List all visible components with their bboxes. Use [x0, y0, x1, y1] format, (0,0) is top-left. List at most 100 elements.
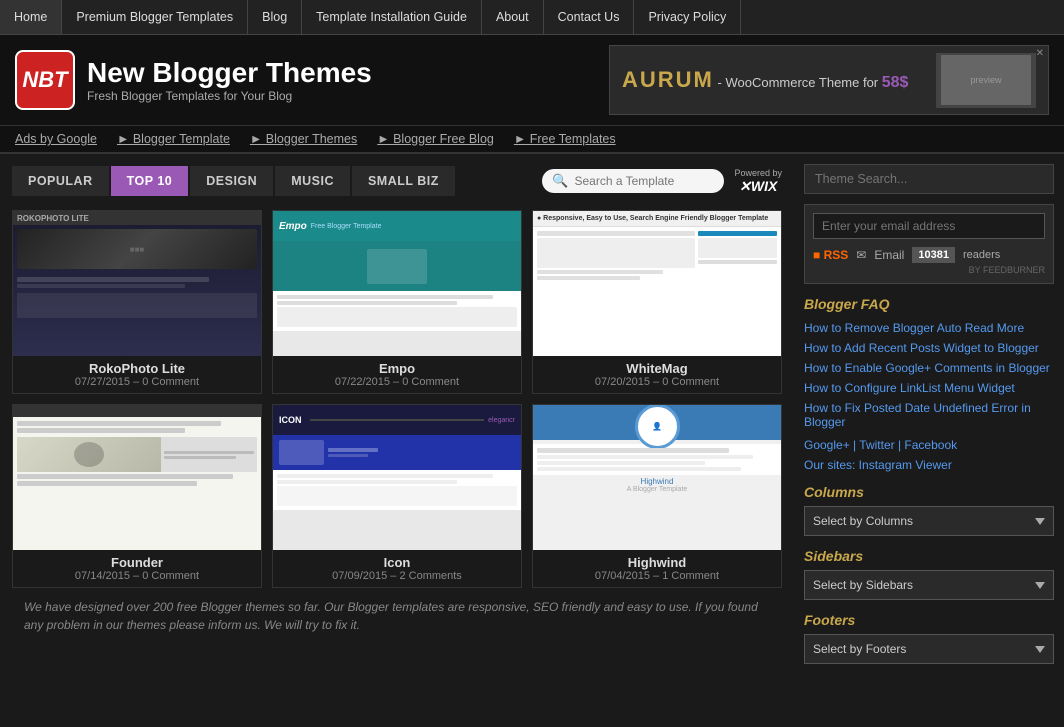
faq-link-1[interactable]: How to Add Recent Posts Widget to Blogge… [804, 338, 1054, 358]
template-card-founder[interactable]: Founder07/14/2015 – 0 Comment [12, 404, 262, 588]
advertisement-banner[interactable]: ✕ AURUM - WooCommerce Theme for 58$ prev… [609, 45, 1049, 115]
email-input[interactable] [813, 213, 1045, 239]
template-thumbnail-highwind: 👤 Highwind A Blogger Template [533, 405, 781, 550]
template-date-highwind: 07/04/2015 – 1 Comment [541, 570, 773, 582]
email-label[interactable]: Email [874, 248, 904, 262]
content-area: POPULARTOP 10DESIGNMUSICSMALL BIZ 🔍 Powe… [0, 154, 794, 674]
logo-area: NBT New Blogger Themes Fresh Blogger Tem… [15, 50, 372, 110]
ad-brand: AURUM [622, 67, 714, 92]
sec-nav-item-blogger-themes[interactable]: ► Blogger Themes [250, 132, 357, 146]
template-date-whitemag: 07/20/2015 – 0 Comment [541, 376, 773, 388]
faq-link-0[interactable]: How to Remove Blogger Auto Read More [804, 318, 1054, 338]
secondary-navigation: Ads by Google ► Blogger Template ► Blogger… [0, 125, 1064, 154]
facebook-link[interactable]: Facebook [904, 438, 957, 452]
sec-nav-item-ads-google[interactable]: Ads by Google [15, 132, 97, 146]
faq-title: Blogger FAQ [804, 296, 1054, 312]
nav-item-privacy[interactable]: Privacy Policy [634, 0, 741, 34]
site-title: New Blogger Themes [87, 57, 372, 89]
site-title-area: New Blogger Themes Fresh Blogger Templat… [87, 57, 372, 103]
template-date-founder: 07/14/2015 – 0 Comment [21, 570, 253, 582]
template-date-empo: 07/22/2015 – 0 Comment [281, 376, 513, 388]
our-sites: Our sites: Instagram Viewer [804, 458, 1054, 472]
sidebars-title: Sidebars [804, 548, 1054, 564]
feedburner-label: BY FEEDBURNER [813, 265, 1045, 275]
template-card-whitemag[interactable]: ● Responsive, Easy to Use, Search Engine… [532, 210, 782, 394]
tab-music[interactable]: MUSIC [275, 166, 350, 196]
nav-item-contact[interactable]: Contact Us [544, 0, 635, 34]
template-info-empo: Empo07/22/2015 – 0 Comment [273, 356, 521, 393]
our-sites-text[interactable]: Our sites: Instagram Viewer [804, 458, 952, 472]
columns-title: Columns [804, 484, 1054, 500]
tabs-bar: POPULARTOP 10DESIGNMUSICSMALL BIZ 🔍 Powe… [12, 166, 782, 196]
reader-count: 10381 [912, 247, 955, 263]
faq-links: How to Remove Blogger Auto Read MoreHow … [804, 318, 1054, 432]
tab-top10[interactable]: TOP 10 [111, 166, 189, 196]
site-header: NBT New Blogger Themes Fresh Blogger Tem… [0, 35, 1064, 125]
template-search-input[interactable] [574, 174, 714, 188]
sidebar: ■ RSS ✉ Email 10381 readers BY FEEDBURNE… [794, 154, 1064, 674]
template-thumbnail-founder [13, 405, 261, 550]
template-name-highwind: Highwind [541, 555, 773, 570]
nav-item-guide[interactable]: Template Installation Guide [302, 0, 482, 34]
template-grid: ROKOPHOTO LITE ■■■ RokoPhoto Lite07/27/2… [12, 210, 782, 588]
rss-row: ■ RSS ✉ Email 10381 readers [813, 247, 1045, 263]
readers-label: readers [963, 249, 1000, 261]
nav-item-premium[interactable]: Premium Blogger Templates [62, 0, 248, 34]
template-name-whitemag: WhiteMag [541, 361, 773, 376]
template-thumbnail-icon: ICON elegancr [273, 405, 521, 550]
tab-design[interactable]: DESIGN [190, 166, 273, 196]
nav-item-home[interactable]: Home [0, 0, 62, 34]
template-card-rokophoto[interactable]: ROKOPHOTO LITE ■■■ RokoPhoto Lite07/27/2… [12, 210, 262, 394]
faq-link-3[interactable]: How to Configure LinkList Menu Widget [804, 378, 1054, 398]
twitter-link[interactable]: Twitter [859, 438, 894, 452]
template-info-whitemag: WhiteMag07/20/2015 – 0 Comment [533, 356, 781, 393]
template-thumbnail-rokophoto: ROKOPHOTO LITE ■■■ [13, 211, 261, 356]
faq-link-4[interactable]: How to Fix Posted Date Undefined Error i… [804, 398, 1054, 432]
google-plus-link[interactable]: Google+ [804, 438, 850, 452]
theme-search-input[interactable] [804, 164, 1054, 194]
nav-item-about[interactable]: About [482, 0, 544, 34]
template-search-box: 🔍 [542, 169, 724, 193]
columns-select[interactable]: Select by Columns [804, 506, 1054, 536]
top-navigation: HomePremium Blogger TemplatesBlogTemplat… [0, 0, 1064, 35]
sidebars-section: Sidebars Select by Sidebars [804, 548, 1054, 600]
ad-content: AURUM - WooCommerce Theme for 58$ [622, 67, 908, 93]
template-thumbnail-empo: Empo Free Blogger Template [273, 211, 521, 356]
tab-popular[interactable]: POPULAR [12, 166, 109, 196]
template-info-rokophoto: RokoPhoto Lite07/27/2015 – 0 Comment [13, 356, 261, 393]
template-name-founder: Founder [21, 555, 253, 570]
sec-nav-item-blogger-template[interactable]: ► Blogger Template [117, 132, 230, 146]
template-date-rokophoto: 07/27/2015 – 0 Comment [21, 376, 253, 388]
main-layout: POPULARTOP 10DESIGNMUSICSMALL BIZ 🔍 Powe… [0, 154, 1064, 674]
template-name-empo: Empo [281, 361, 513, 376]
template-info-highwind: Highwind07/04/2015 – 1 Comment [533, 550, 781, 587]
site-tagline: Fresh Blogger Templates for Your Blog [87, 89, 372, 103]
template-card-highwind[interactable]: 👤 Highwind A Blogger Template Highwind07… [532, 404, 782, 588]
wix-badge: Powered by✕WIX [734, 168, 782, 195]
powered-by-label: Powered by [734, 168, 782, 178]
rss-icon[interactable]: ■ RSS [813, 248, 848, 262]
ad-image: preview [936, 53, 1036, 108]
footers-select[interactable]: Select by Footers [804, 634, 1054, 664]
wix-logo[interactable]: ✕WIX [739, 178, 777, 195]
site-logo[interactable]: NBT [15, 50, 75, 110]
template-name-icon: Icon [281, 555, 513, 570]
faq-link-2[interactable]: How to Enable Google+ Comments in Blogge… [804, 358, 1054, 378]
footers-title: Footers [804, 612, 1054, 628]
columns-section: Columns Select by Columns [804, 484, 1054, 536]
template-info-icon: Icon07/09/2015 – 2 Comments [273, 550, 521, 587]
template-card-empo[interactable]: Empo Free Blogger Template Empo07/22/201… [272, 210, 522, 394]
ad-close-icon[interactable]: ✕ [1036, 48, 1044, 59]
social-links: Google+ | Twitter | Facebook [804, 438, 1054, 452]
template-card-icon[interactable]: ICON elegancr Icon07/09/2015 – 2 Comment… [272, 404, 522, 588]
sec-nav-item-free-blog[interactable]: ► Blogger Free Blog [377, 132, 494, 146]
sec-nav-item-free-templates[interactable]: ► Free Templates [514, 132, 616, 146]
email-icon: ✉ [856, 248, 866, 262]
ad-description: - WooCommerce Theme for [718, 75, 882, 90]
sidebars-select[interactable]: Select by Sidebars [804, 570, 1054, 600]
nav-item-blog[interactable]: Blog [248, 0, 302, 34]
email-subscribe-widget: ■ RSS ✉ Email 10381 readers BY FEEDBURNE… [804, 204, 1054, 284]
tab-smallbiz[interactable]: SMALL BIZ [352, 166, 455, 196]
ad-price: 58$ [882, 74, 909, 91]
template-info-founder: Founder07/14/2015 – 0 Comment [13, 550, 261, 587]
